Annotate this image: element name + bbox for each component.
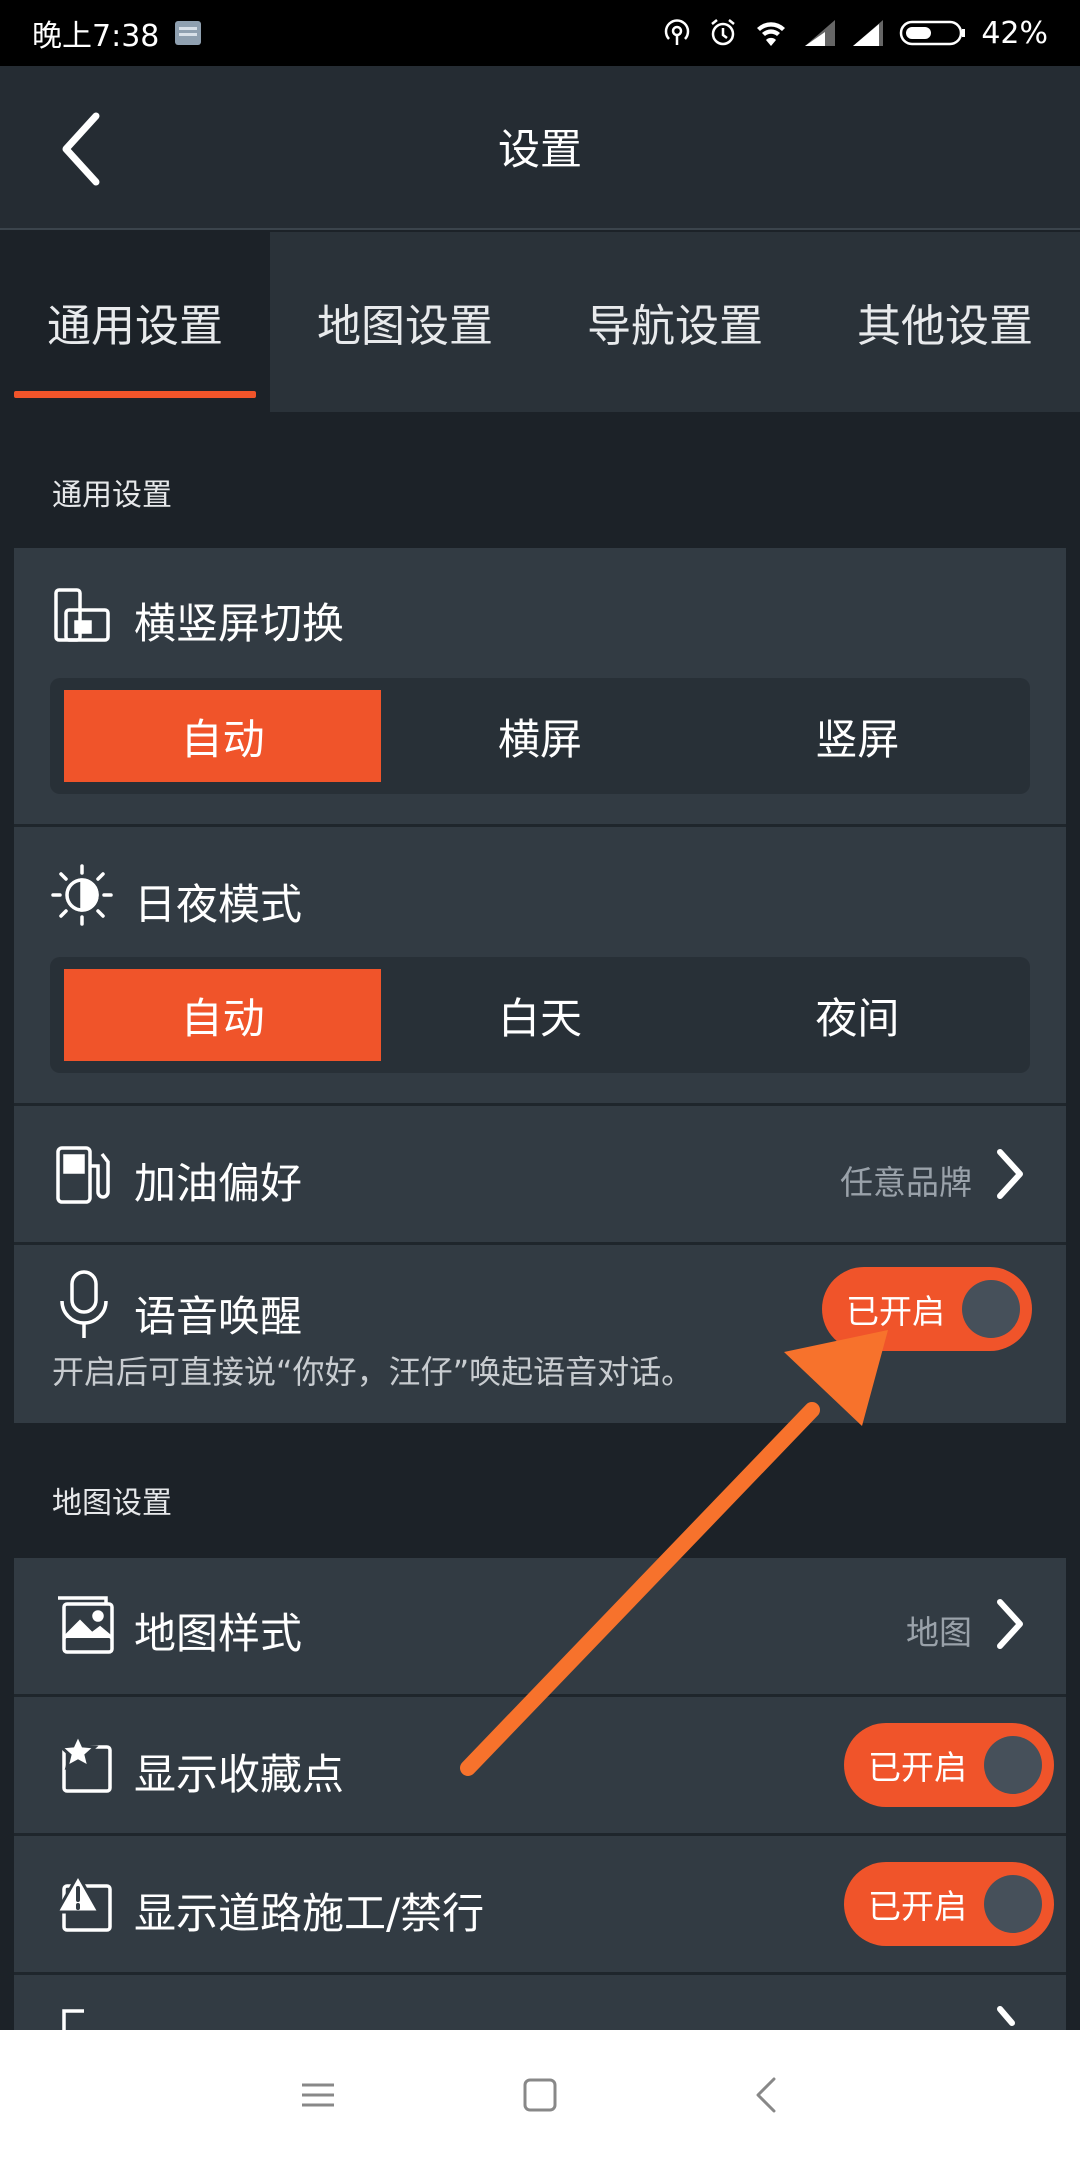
menu-button[interactable] [288, 2065, 348, 2125]
home-button[interactable] [510, 2065, 570, 2125]
battery-icon [899, 18, 967, 48]
screen-rotate-icon [52, 586, 112, 650]
voice-wake-toggle-text: 已开启 [846, 1292, 945, 1331]
map-style-row[interactable]: 地图样式 地图 [14, 1558, 1066, 1694]
orientation-portrait-option[interactable]: 竖屏 [699, 690, 1016, 782]
alarm-icon [707, 17, 739, 49]
map-style-label: 地图样式 [134, 1609, 303, 1658]
hotspot-icon [661, 17, 693, 49]
system-navigation-bar [0, 2030, 1080, 2160]
orientation-label: 横竖屏切换 [134, 599, 345, 648]
tab-other[interactable]: 其他设置 [810, 232, 1080, 412]
day-option[interactable]: 白天 [381, 969, 698, 1061]
orientation-selector: 自动 横屏 竖屏 [50, 678, 1030, 794]
app-bar: 设置 [0, 66, 1080, 230]
orientation-landscape-option[interactable]: 横屏 [381, 690, 698, 782]
signal-icon [803, 18, 837, 48]
notification-icon [173, 18, 203, 48]
fuel-preference-row[interactable]: 加油偏好 任意品牌 [14, 1106, 1066, 1242]
back-nav-button[interactable] [738, 2065, 798, 2125]
tab-general[interactable]: 通用设置 [0, 232, 270, 412]
section-title-map: 地图设置 [52, 1486, 172, 1521]
wifi-icon [753, 18, 789, 48]
voice-wake-row: 语音唤醒 已开启 开启后可直接说“你好，汪仔”唤起语音对话。 [14, 1245, 1066, 1423]
favorite-star-icon [54, 1731, 116, 1799]
fuel-pump-icon [54, 1144, 114, 1210]
show-construction-toggle[interactable]: 已开启 [844, 1862, 1054, 1946]
voice-wake-label: 语音唤醒 [134, 1292, 303, 1341]
battery-level: 42% [981, 15, 1048, 51]
toggle-knob [984, 1736, 1042, 1794]
page-title: 设置 [497, 125, 582, 174]
show-construction-label: 显示道路施工/禁行 [134, 1889, 485, 1938]
map-style-value: 地图 [906, 1613, 972, 1652]
orientation-auto-option[interactable]: 自动 [64, 690, 382, 782]
day-night-selector: 自动 白天 夜间 [50, 957, 1030, 1073]
microphone-icon [56, 1269, 112, 1345]
chevron-right-icon [992, 1594, 1028, 1654]
chevron-right-icon [992, 1144, 1028, 1204]
tab-map[interactable]: 地图设置 [270, 232, 540, 412]
fuel-preference-value: 任意品牌 [840, 1163, 972, 1202]
show-construction-toggle-text: 已开启 [868, 1887, 967, 1926]
menu-icon [302, 2083, 334, 2107]
section-title-general: 通用设置 [52, 478, 172, 513]
home-icon [523, 2078, 557, 2112]
map-style-icon [54, 1594, 116, 1660]
back-icon [756, 2077, 776, 2113]
settings-tabs: 通用设置 地图设置 导航设置 其他设置 [0, 232, 1080, 412]
toggle-knob [984, 1875, 1042, 1933]
fuel-preference-label: 加油偏好 [134, 1159, 303, 1208]
toggle-knob [962, 1280, 1020, 1338]
tab-navigation[interactable]: 导航设置 [540, 232, 810, 412]
day-night-card: 日夜模式 自动 白天 夜间 [14, 827, 1066, 1103]
show-favorites-toggle[interactable]: 已开启 [844, 1723, 1054, 1807]
day-night-icon [50, 863, 114, 931]
voice-wake-toggle[interactable]: 已开启 [822, 1267, 1032, 1351]
orientation-card: 横竖屏切换 自动 横屏 竖屏 [14, 548, 1066, 824]
show-favorites-row: 显示收藏点 已开启 [14, 1697, 1066, 1833]
status-bar: 晚上7:38 42% [0, 0, 1080, 66]
signal-icon-2 [851, 18, 885, 48]
next-settings-row[interactable] [14, 1975, 1066, 2033]
day-night-auto-option[interactable]: 自动 [64, 969, 382, 1061]
day-night-label: 日夜模式 [134, 880, 303, 929]
warning-icon [54, 1871, 116, 1938]
night-option[interactable]: 夜间 [699, 969, 1016, 1061]
status-time: 晚上7:38 [32, 19, 160, 54]
show-favorites-toggle-text: 已开启 [868, 1748, 967, 1787]
show-construction-row: 显示道路施工/禁行 已开启 [14, 1836, 1066, 1972]
voice-wake-description: 开启后可直接说“你好，汪仔”唤起语音对话。 [52, 1353, 694, 1391]
show-favorites-label: 显示收藏点 [134, 1750, 345, 1799]
